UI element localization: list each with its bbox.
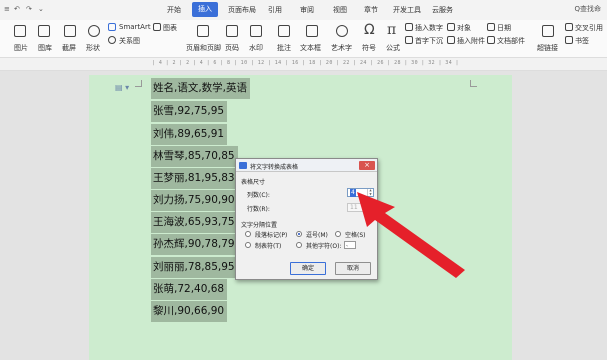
red-pointer-arrow [357,192,465,278]
arrow-shape [357,192,465,278]
